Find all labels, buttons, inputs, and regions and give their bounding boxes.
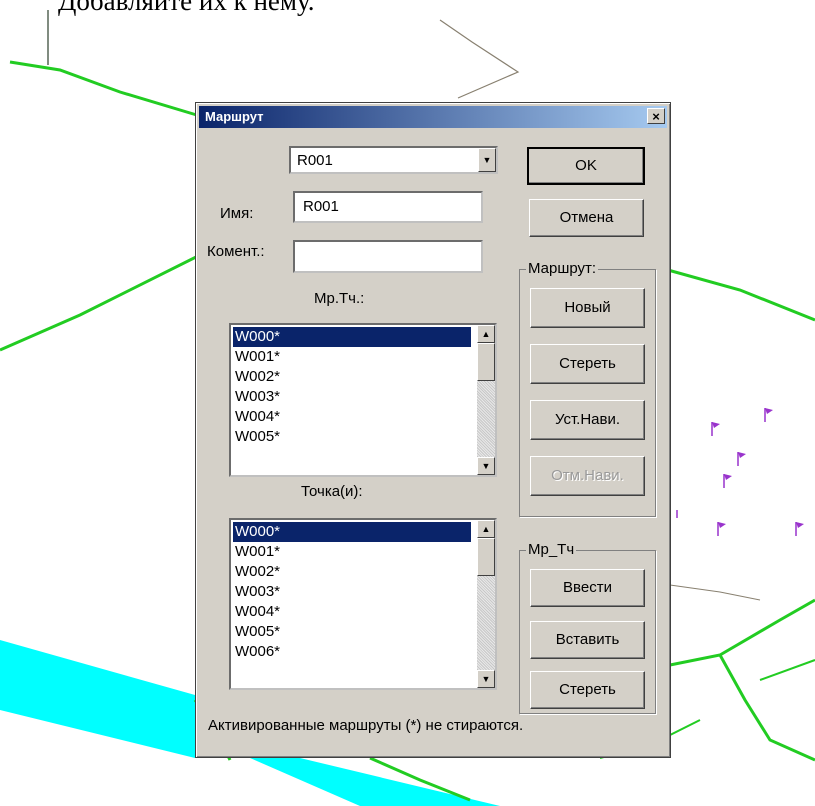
- close-icon: ×: [652, 109, 660, 124]
- list-item[interactable]: W002*: [233, 562, 280, 582]
- flag-icon: [795, 522, 804, 536]
- insert-waypoint-button[interactable]: Вставить: [530, 621, 645, 659]
- comment-label: Комент.:: [207, 243, 265, 260]
- list-item[interactable]: W004*: [233, 602, 280, 622]
- list-item[interactable]: W001*: [233, 347, 280, 367]
- chevron-down-icon[interactable]: ▼: [478, 148, 496, 172]
- flag-icon: [717, 522, 726, 536]
- document-text: Добавляйте их к нему.: [58, 0, 315, 16]
- delete-route-button[interactable]: Стереть: [530, 344, 645, 384]
- list-item[interactable]: W005*: [233, 622, 280, 642]
- flag-icon: [723, 474, 732, 488]
- route-group: Маршрут: Новый Стереть Уст.Нави. Отм.Нав…: [519, 260, 656, 517]
- comment-field[interactable]: [293, 240, 483, 273]
- new-route-button[interactable]: Новый: [530, 288, 645, 328]
- list-item[interactable]: W000*: [233, 522, 471, 542]
- scroll-down-icon[interactable]: ▼: [477, 457, 495, 475]
- cancel-button[interactable]: Отмена: [529, 199, 644, 237]
- scroll-thumb[interactable]: [477, 538, 495, 576]
- points-list[interactable]: W000* W001* W002* W003* W004* W005* W006…: [229, 518, 497, 690]
- list-item[interactable]: W000*: [233, 327, 471, 347]
- set-navigation-button[interactable]: Уст.Нави.: [530, 400, 645, 440]
- waypoint-group: Мр_Тч Ввести Вставить Стереть: [519, 541, 656, 714]
- status-text: Активированные маршруты (*) не стираются…: [208, 717, 524, 734]
- enter-waypoint-button[interactable]: Ввести: [530, 569, 645, 607]
- list-item[interactable]: W005*: [233, 427, 280, 447]
- list-item[interactable]: W001*: [233, 542, 280, 562]
- ok-button[interactable]: OK: [527, 147, 645, 185]
- scroll-up-icon[interactable]: ▲: [477, 325, 495, 343]
- dialog-title: Маршрут: [205, 109, 264, 124]
- points-scrollbar[interactable]: ▲ ▼: [477, 520, 495, 688]
- list-item[interactable]: W006*: [233, 642, 280, 656]
- name-field[interactable]: R001: [293, 191, 483, 223]
- flag-icon: [711, 422, 720, 436]
- cancel-navigation-button: Отм.Нави.: [530, 456, 645, 496]
- list-item[interactable]: W002*: [233, 367, 280, 387]
- scroll-up-icon[interactable]: ▲: [477, 520, 495, 538]
- flag-icon: [737, 452, 746, 466]
- name-label: Имя:: [220, 205, 254, 222]
- route-dialog: Маршрут × R001 ▼ Имя: R001 Комент.: Мр.Т…: [195, 102, 671, 758]
- route-select[interactable]: R001 ▼: [289, 146, 498, 174]
- delete-waypoint-button[interactable]: Стереть: [530, 671, 645, 709]
- waypoint-flags: [676, 408, 804, 536]
- close-button[interactable]: ×: [647, 108, 665, 124]
- route-select-value: R001: [297, 152, 333, 169]
- waypoints-label: Мр.Тч.:: [314, 290, 365, 307]
- scroll-down-icon[interactable]: ▼: [477, 670, 495, 688]
- points-label: Точка(и):: [301, 483, 363, 500]
- route-group-legend: Маршрут:: [526, 260, 599, 277]
- flag-icon: [764, 408, 773, 422]
- name-field-value: R001: [303, 198, 339, 215]
- waypoints-scrollbar[interactable]: ▲ ▼: [477, 325, 495, 475]
- waypoint-group-legend: Мр_Тч: [526, 541, 577, 558]
- scroll-thumb[interactable]: [477, 343, 495, 381]
- list-item[interactable]: W003*: [233, 582, 280, 602]
- waypoints-list[interactable]: W000* W001* W002* W003* W004* W005* ▲ ▼: [229, 323, 497, 477]
- title-bar[interactable]: Маршрут ×: [199, 106, 667, 128]
- list-item[interactable]: W004*: [233, 407, 280, 427]
- list-item[interactable]: W003*: [233, 387, 280, 407]
